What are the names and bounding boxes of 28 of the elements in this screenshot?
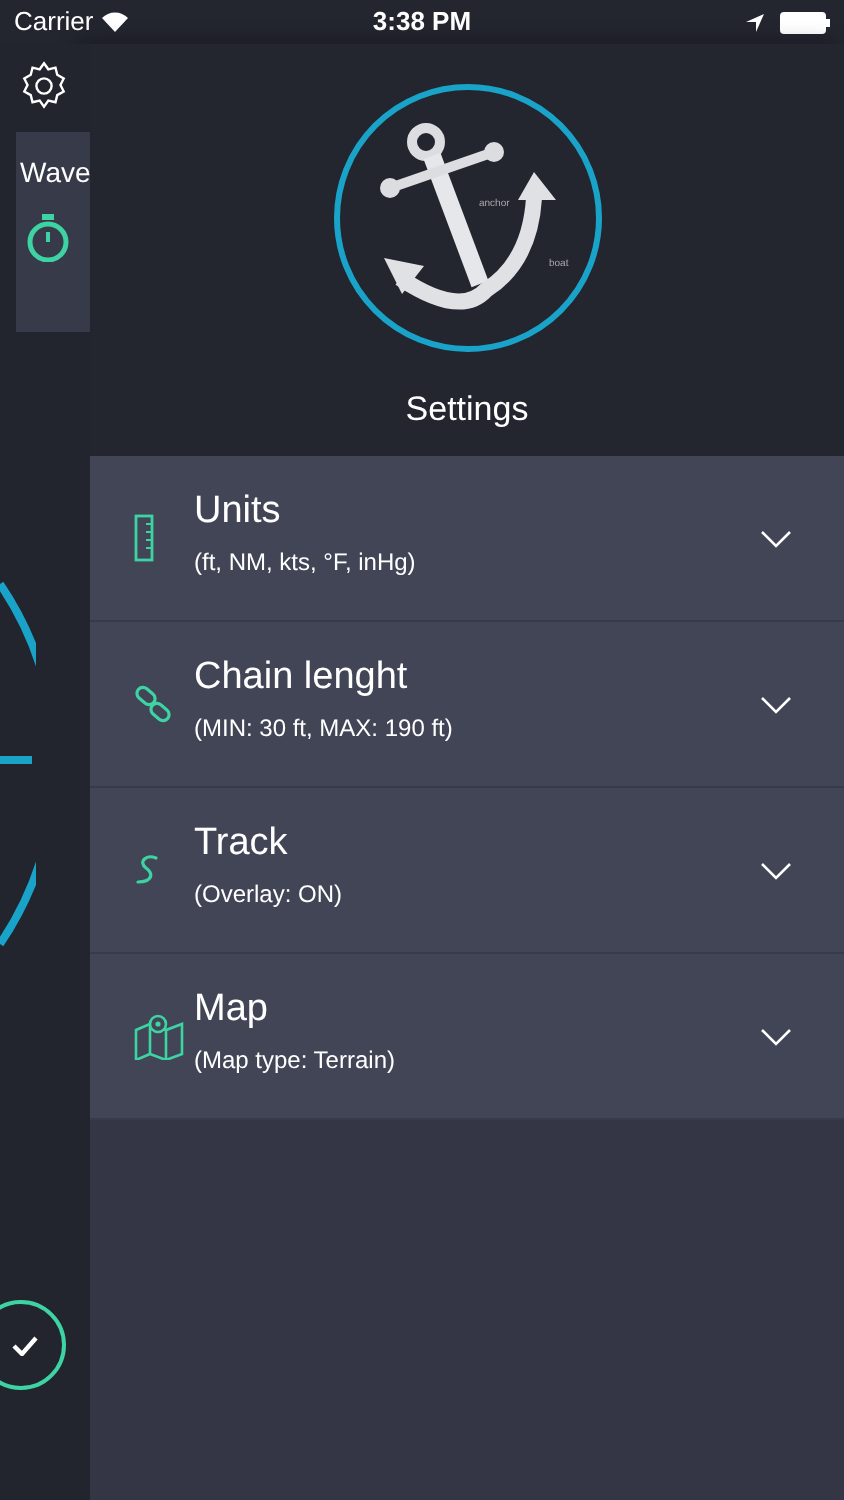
card-title: Wave (18, 154, 90, 192)
confirm-button[interactable] (0, 1300, 66, 1390)
link-icon (134, 684, 174, 724)
settings-icon[interactable] (18, 60, 70, 112)
track-icon (134, 854, 162, 886)
row-title: Chain lenght (194, 657, 410, 695)
settings-row[interactable]: Chain lenght (MIN: 30 ft, MAX: 190 ft) (90, 622, 844, 788)
stopwatch-icon (26, 214, 70, 262)
row-title: Units (194, 491, 283, 529)
settings-row[interactable]: Units (ft, NM, kts, °F, inHg) (90, 456, 844, 622)
battery-icon (779, 11, 830, 33)
row-subtitle: (Map type: Terrain) (194, 1047, 397, 1071)
map-icon (134, 1012, 186, 1060)
location-arrow-icon (745, 13, 764, 31)
check-icon (12, 1335, 38, 1355)
ruler-icon (134, 514, 158, 562)
row-subtitle: (ft, NM, kts, °F, inHg) (194, 549, 418, 573)
row-title: Track (194, 823, 290, 861)
row-subtitle: (Overlay: ON) (194, 881, 345, 905)
status-time: 3:38 PM (372, 4, 472, 41)
wifi-icon (101, 12, 128, 32)
settings-row[interactable]: Map (Map type: Terrain) (90, 954, 844, 1120)
carrier-label: Carrier (14, 4, 94, 41)
wave-card[interactable]: Wave (14, 132, 90, 332)
settings-title: Settings (405, 388, 529, 432)
row-subtitle: (MIN: 30 ft, MAX: 190 ft) (194, 715, 455, 739)
row-title: Map (194, 989, 270, 1027)
settings-row[interactable]: Track (Overlay: ON) (90, 788, 844, 954)
